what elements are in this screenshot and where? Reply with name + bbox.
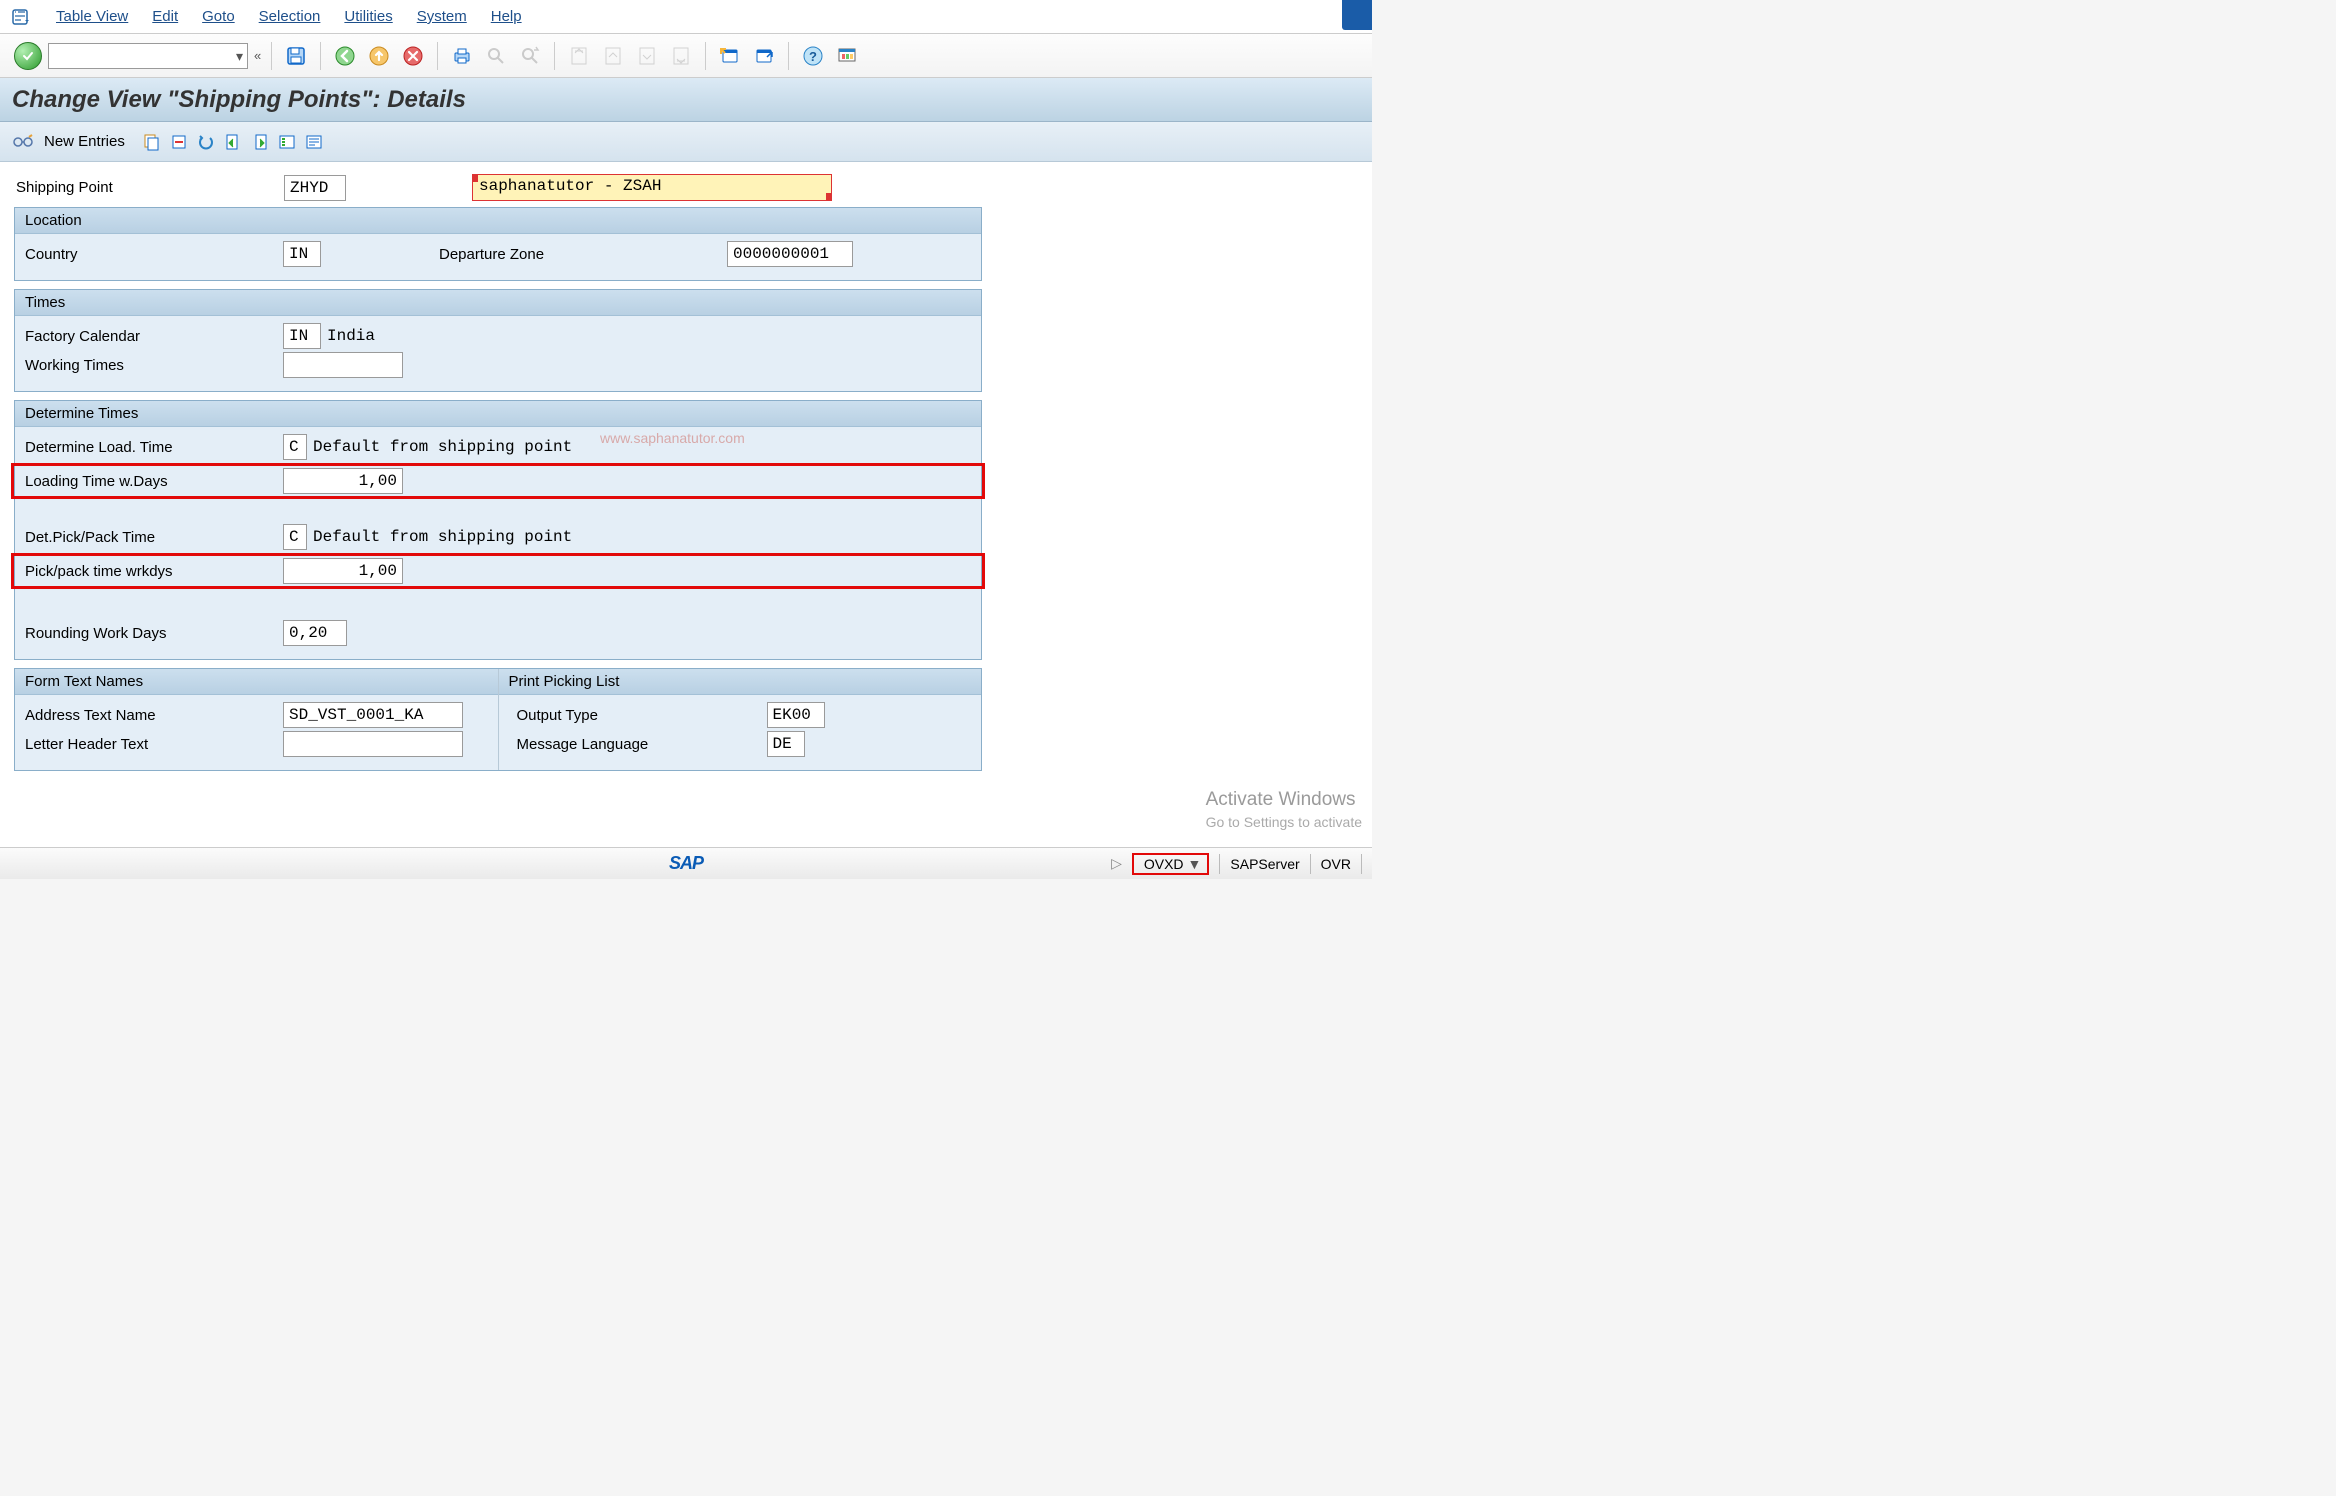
svg-text:?: ?	[809, 49, 817, 64]
working-times-input[interactable]	[283, 352, 403, 378]
pick-pack-days-input[interactable]	[283, 558, 403, 584]
transaction-title-bar: Change View "Shipping Points": Details	[0, 78, 1372, 122]
menu-command-icon[interactable]	[10, 6, 32, 28]
menu-goto[interactable]: Goto	[202, 8, 235, 25]
status-bar: SAP ▷ OVXD ▼ SAPServer OVR	[0, 847, 1372, 879]
exit-button[interactable]	[365, 42, 393, 70]
application-toolbar: New Entries	[0, 122, 1372, 162]
toggle-display-change-icon[interactable]	[12, 131, 34, 153]
next-page-button[interactable]	[633, 42, 661, 70]
pick-pack-days-label: Pick/pack time wrkdys	[23, 563, 283, 580]
determine-times-title: Determine Times	[15, 401, 981, 427]
status-server: SAPServer	[1230, 856, 1299, 872]
menu-bar: Table View Edit Goto Selection Utilities…	[0, 0, 1372, 34]
loading-time-days-label: Loading Time w.Days	[23, 473, 283, 490]
prev-page-button[interactable]	[599, 42, 627, 70]
menu-edit[interactable]: Edit	[152, 8, 178, 25]
det-pick-pack-time-desc: Default from shipping point	[313, 528, 572, 546]
det-pick-pack-time-input[interactable]	[283, 524, 307, 550]
bottom-panels: Form Text Names Address Text Name Letter…	[14, 668, 982, 771]
generate-shortcut-button[interactable]	[750, 42, 778, 70]
sap-logo: SAP	[669, 853, 703, 874]
determine-load-time-input[interactable]	[283, 434, 307, 460]
times-title: Times	[15, 290, 981, 316]
save-button[interactable]	[282, 42, 310, 70]
first-page-button[interactable]	[565, 42, 593, 70]
help-button[interactable]: ?	[799, 42, 827, 70]
rounding-days-input[interactable]	[283, 620, 347, 646]
address-text-name-label: Address Text Name	[23, 707, 283, 724]
standard-toolbar: «	[0, 34, 1372, 78]
window-decoration	[1342, 0, 1372, 30]
letter-header-text-label: Letter Header Text	[23, 736, 283, 753]
rounding-days-label: Rounding Work Days	[23, 625, 283, 642]
customize-layout-button[interactable]	[833, 42, 861, 70]
pick-pack-highlight: Pick/pack time wrkdys	[11, 553, 985, 589]
prev-entry-button[interactable]	[222, 131, 244, 153]
content-area: Shipping Point saphanatutor - ZSAH Locat…	[0, 162, 1372, 791]
new-entries-button[interactable]: New Entries	[44, 133, 125, 150]
loading-time-highlight: Loading Time w.Days	[11, 463, 985, 499]
find-next-button[interactable]	[516, 42, 544, 70]
shipping-point-label: Shipping Point	[14, 179, 274, 196]
undo-button[interactable]	[195, 131, 217, 153]
next-entry-button[interactable]	[249, 131, 271, 153]
output-type-label: Output Type	[507, 707, 767, 724]
page-title: Change View "Shipping Points": Details	[12, 86, 466, 114]
select-button[interactable]	[276, 131, 298, 153]
copy-as-button[interactable]	[141, 131, 163, 153]
create-session-button[interactable]	[716, 42, 744, 70]
message-language-label: Message Language	[507, 736, 767, 753]
print-picking-title: Print Picking List	[499, 669, 982, 695]
factory-calendar-input[interactable]	[283, 323, 321, 349]
working-times-label: Working Times	[23, 357, 283, 374]
determine-load-time-label: Determine Load. Time	[23, 439, 283, 456]
cancel-button[interactable]	[399, 42, 427, 70]
form-text-title: Form Text Names	[15, 669, 498, 695]
country-input[interactable]	[283, 241, 321, 267]
departure-zone-label: Departure Zone	[437, 246, 727, 263]
print-button[interactable]	[448, 42, 476, 70]
letter-header-text-input[interactable]	[283, 731, 463, 757]
delete-button[interactable]	[168, 131, 190, 153]
tcode-indicator[interactable]: OVXD ▼	[1132, 853, 1210, 875]
command-field[interactable]	[48, 43, 248, 69]
menu-table-view[interactable]: Table View	[56, 8, 128, 25]
menu-selection[interactable]: Selection	[259, 8, 321, 25]
factory-calendar-desc: India	[327, 327, 375, 345]
menu-utilities[interactable]: Utilities	[344, 8, 392, 25]
determine-load-time-desc: Default from shipping point	[313, 438, 572, 456]
shipping-point-input[interactable]	[284, 175, 346, 201]
factory-calendar-label: Factory Calendar	[23, 328, 283, 345]
status-arrow-icon[interactable]: ▷	[1111, 855, 1122, 872]
status-insert-mode: OVR	[1321, 856, 1351, 872]
description-input[interactable]: saphanatutor - ZSAH	[472, 174, 832, 201]
address-text-name-input[interactable]	[283, 702, 463, 728]
menu-system[interactable]: System	[417, 8, 467, 25]
find-button[interactable]	[482, 42, 510, 70]
location-panel: Location Country Departure Zone	[14, 207, 982, 281]
loading-time-days-input[interactable]	[283, 468, 403, 494]
determine-times-panel: Determine Times Determine Load. Time Def…	[14, 400, 982, 660]
last-page-button[interactable]	[667, 42, 695, 70]
back-button[interactable]	[331, 42, 359, 70]
country-label: Country	[23, 246, 283, 263]
enter-button[interactable]	[14, 42, 42, 70]
activate-windows-overlay: Activate Windows Go to Settings to activ…	[1206, 788, 1362, 831]
output-type-input[interactable]	[767, 702, 825, 728]
menu-help[interactable]: Help	[491, 8, 522, 25]
departure-zone-input[interactable]	[727, 241, 853, 267]
message-language-input[interactable]	[767, 731, 805, 757]
print-list-button[interactable]	[303, 131, 325, 153]
collapse-button[interactable]: «	[254, 48, 261, 63]
location-title: Location	[15, 208, 981, 234]
watermark-text: www.saphanatutor.com	[600, 430, 745, 446]
det-pick-pack-time-label: Det.Pick/Pack Time	[23, 529, 283, 546]
times-panel: Times Factory Calendar India Working Tim…	[14, 289, 982, 392]
